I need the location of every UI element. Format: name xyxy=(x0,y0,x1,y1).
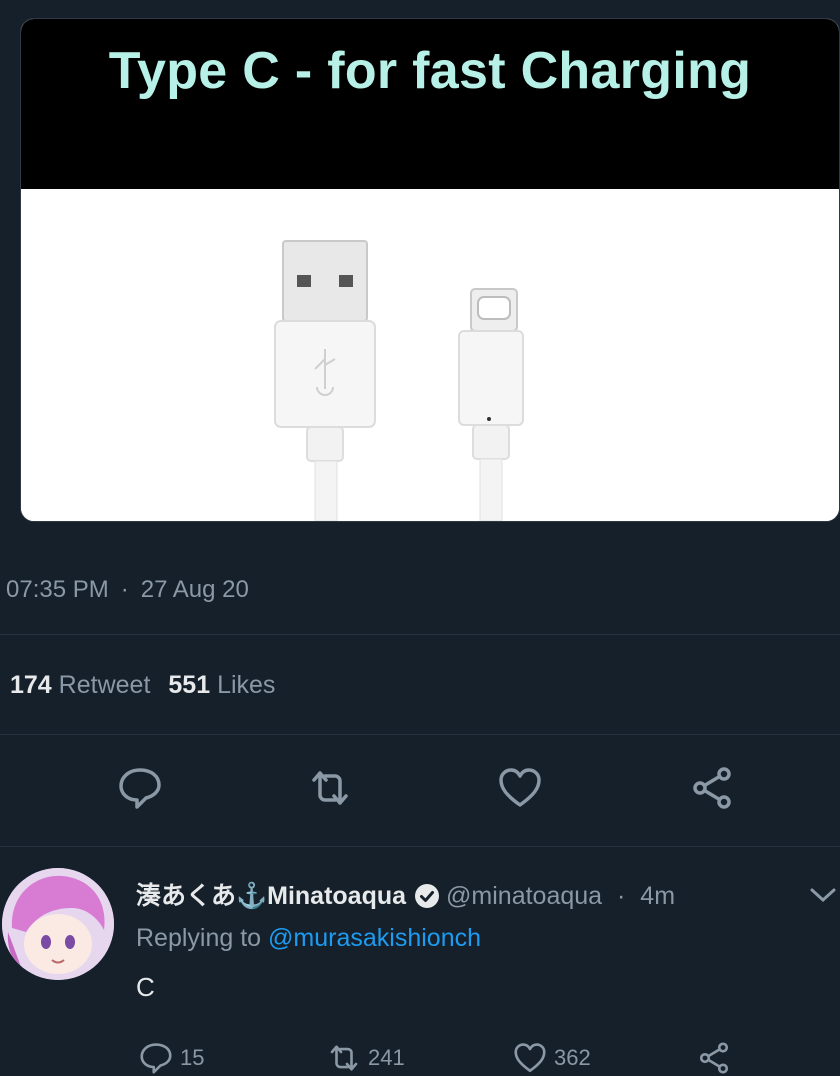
like-icon xyxy=(499,768,541,807)
user-handle[interactable]: @minatoaqua xyxy=(446,882,602,910)
reply-retweet-button[interactable]: 241 xyxy=(326,1040,405,1076)
reply-reply-button[interactable]: 15 xyxy=(138,1040,204,1076)
retweets-stat[interactable]: 174 Retweet xyxy=(10,671,150,699)
like-icon xyxy=(514,1043,546,1073)
reply-icon xyxy=(140,1043,172,1074)
retweet-label: Retweet xyxy=(58,671,151,699)
avatar[interactable] xyxy=(2,868,114,980)
reply-retweet-count: 241 xyxy=(368,1045,405,1070)
media-title: Type C - for fast Charging xyxy=(108,42,752,100)
reply-icon xyxy=(119,768,161,809)
divider xyxy=(0,634,840,635)
divider xyxy=(0,846,840,847)
mention-link[interactable]: @murasakishionch xyxy=(268,924,481,952)
tweet-time: 07:35 PM xyxy=(6,576,109,603)
tweet-stats: 174 Retweet 551 Likes xyxy=(10,671,275,700)
reply-like-button[interactable]: 362 xyxy=(512,1040,591,1076)
cable-photo xyxy=(21,189,839,521)
likes-stat[interactable]: 551 Likes xyxy=(168,671,275,699)
retweet-icon xyxy=(330,1045,358,1071)
usb-cables-illustration xyxy=(274,240,524,521)
anime-avatar-image xyxy=(2,868,114,980)
reply-share-button[interactable] xyxy=(696,1040,732,1076)
verified-badge-icon xyxy=(415,884,440,908)
like-button[interactable] xyxy=(492,760,548,816)
reply-like-count: 362 xyxy=(554,1045,591,1070)
share-button[interactable] xyxy=(684,760,740,816)
reply-header: 湊あくあ⚓Minatoaqua @minatoaqua · 4m xyxy=(136,876,675,912)
retweet-count: 174 xyxy=(10,671,52,699)
chevron-down-icon[interactable] xyxy=(806,882,840,906)
tweet-timestamp: 07:35 PM · 27 Aug 20 xyxy=(6,576,249,604)
replying-prefix: Replying to xyxy=(136,924,262,952)
reply-action-bar: 15 241 362 xyxy=(0,1040,840,1076)
display-name[interactable]: 湊あくあ⚓Minatoaqua xyxy=(136,882,406,910)
like-count: 551 xyxy=(168,671,211,699)
like-label: Likes xyxy=(217,671,276,699)
share-icon xyxy=(693,767,731,809)
divider xyxy=(0,734,840,735)
tweet-action-bar xyxy=(0,760,840,820)
tweet-media-card[interactable]: Type C - for fast Charging xyxy=(20,18,840,522)
media-banner: Type C - for fast Charging xyxy=(21,19,839,189)
reply-separator: · xyxy=(617,882,626,910)
meta-separator: · xyxy=(120,576,129,603)
reply-button[interactable] xyxy=(112,760,168,816)
reply-text: C xyxy=(136,972,155,1002)
reply-time: 4m xyxy=(640,882,676,910)
retweet-icon xyxy=(312,771,348,805)
retweet-button[interactable] xyxy=(302,760,358,816)
tweet-date: 27 Aug 20 xyxy=(140,576,249,603)
share-icon xyxy=(699,1042,729,1074)
replying-to-line: Replying to @murasakishionch xyxy=(136,924,481,953)
reply-count: 15 xyxy=(180,1045,205,1070)
